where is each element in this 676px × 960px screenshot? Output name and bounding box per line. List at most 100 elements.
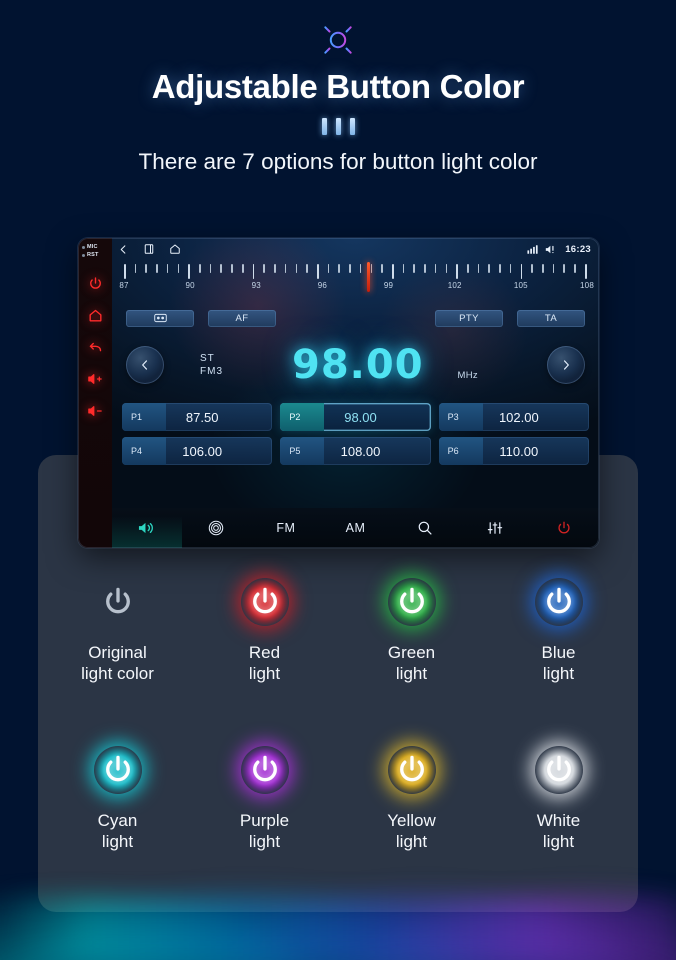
- power-icon: [534, 746, 583, 794]
- power-icon: [387, 746, 436, 794]
- power-icon: [94, 578, 142, 626]
- preset-frequency-value: 106.00: [182, 443, 223, 459]
- color-option-label-line2: light: [542, 832, 575, 851]
- power-icon: [240, 746, 289, 794]
- rds-icon-button[interactable]: [126, 309, 194, 327]
- power-icon: [387, 578, 436, 626]
- tuner-scale-label: 93: [251, 281, 261, 290]
- tuner-needle: [366, 262, 370, 292]
- preset-button[interactable]: P5 108.00: [280, 437, 431, 465]
- tuner-scale-labels: 87 90 93 96 99 102 105 108: [119, 281, 593, 295]
- color-option-label-line1: Purple: [239, 811, 290, 830]
- color-option-label-line1: Original: [88, 643, 147, 662]
- toolbar-power-icon[interactable]: [529, 508, 599, 548]
- signal-bars-icon: [527, 244, 539, 255]
- color-option-label-line2: light: [395, 832, 428, 851]
- power-icon: [534, 578, 583, 626]
- toolbar-am-button[interactable]: AM: [321, 508, 391, 548]
- preset-slot-label: P5: [280, 437, 325, 465]
- color-option-label-line2: light: [248, 664, 281, 683]
- color-options-grid: Original light color Red light Green light Blu…: [44, 578, 632, 852]
- tuner-scale[interactable]: 87 90 93 96 99 102 105 108: [119, 262, 594, 306]
- preset-slot-label: P1: [122, 403, 166, 431]
- tune-up-button[interactable]: [547, 346, 585, 384]
- led-indicators: MIC RST: [78, 243, 112, 259]
- color-option-label-line2: light color: [81, 664, 154, 683]
- rst-label: RST: [87, 252, 99, 258]
- ta-button[interactable]: TA: [517, 309, 585, 327]
- toolbar-fm-button[interactable]: FM: [251, 508, 321, 548]
- color-option-label-line1: Red: [248, 643, 281, 662]
- tuner-scale-label: 102: [447, 281, 462, 290]
- color-option-green[interactable]: Green light: [338, 578, 485, 684]
- brightness-icon: [0, 18, 676, 62]
- preset-frequency-value: 102.00: [498, 409, 539, 425]
- tuner-ticks: [124, 264, 587, 280]
- mic-label: MIC: [87, 244, 98, 250]
- toolbar-volume-icon[interactable]: [112, 508, 182, 548]
- preset-button[interactable]: P3 102.00: [438, 403, 589, 431]
- color-option-red[interactable]: Red light: [191, 578, 338, 684]
- frequency-row: ST FM3 98.00 MHz: [126, 333, 585, 397]
- preset-frequency-value: 108.00: [340, 443, 381, 459]
- page-title: Adjustable Button Color: [151, 68, 525, 105]
- preset-button[interactable]: P2 98.00: [280, 403, 431, 431]
- preset-frequency-value: 110.00: [499, 443, 539, 459]
- color-option-label: Blue light: [541, 642, 575, 684]
- hardkey-volume-down-icon[interactable]: [85, 401, 105, 421]
- color-option-original[interactable]: Original light color: [44, 578, 191, 684]
- toolbar-equalizer-icon[interactable]: [460, 508, 530, 548]
- tune-down-button[interactable]: [126, 346, 164, 384]
- preset-frequency-value: 87.50: [185, 409, 219, 425]
- header: Adjustable Button Color There are 7 opti…: [0, 0, 676, 175]
- tuner-scale-label: 87: [119, 281, 129, 290]
- color-option-blue[interactable]: Blue light: [485, 578, 632, 684]
- tuner-scale-label: 90: [185, 281, 195, 290]
- color-option-label-line2: light: [248, 832, 281, 851]
- color-option-label-line1: Yellow: [387, 811, 436, 830]
- page-subtitle: There are 7 options for button light col…: [138, 149, 538, 174]
- chevron-left-icon: [138, 358, 152, 372]
- frequency-unit: MHz: [457, 370, 478, 381]
- color-option-label: Green light: [388, 642, 435, 684]
- preset-button[interactable]: P6 110.00: [438, 437, 589, 465]
- band-tag: FM3: [200, 366, 223, 377]
- back-chevron-icon[interactable]: [118, 244, 129, 255]
- color-option-white[interactable]: White light: [485, 746, 632, 852]
- toolbar-radar-target-icon[interactable]: [182, 508, 252, 548]
- clock: 16:23: [565, 243, 591, 255]
- hardkey-back-icon[interactable]: [85, 337, 105, 357]
- volume-icon: [545, 244, 558, 255]
- pty-button[interactable]: PTY: [435, 309, 503, 327]
- color-option-label: Yellow light: [387, 810, 436, 852]
- color-option-yellow[interactable]: Yellow light: [338, 746, 485, 852]
- color-option-label-line2: light: [395, 664, 428, 683]
- preset-grid: P1 87.50 P2 98.00 P3 102.00 P4 106.00 P5 108.00 P6…: [122, 403, 589, 465]
- color-option-cyan[interactable]: Cyan light: [44, 746, 191, 852]
- color-option-label-line1: Cyan: [97, 811, 138, 830]
- hardkey-volume-up-icon[interactable]: [85, 369, 105, 389]
- screen-toolbar: FM AM: [112, 508, 599, 548]
- color-option-label: Cyan light: [98, 810, 138, 852]
- preset-slot-label: P6: [438, 437, 483, 465]
- stereo-tag: ST: [200, 353, 215, 364]
- color-option-label: Purple light: [240, 810, 289, 852]
- frequency-display: 98.00: [292, 342, 424, 388]
- recents-square-icon[interactable]: [143, 243, 155, 255]
- tuner-scale-label: 108: [580, 281, 594, 290]
- preset-slot-label: P2: [280, 403, 325, 431]
- home-icon[interactable]: [169, 243, 181, 255]
- hardkey-power-icon[interactable]: [85, 273, 105, 293]
- toolbar-search-icon[interactable]: [390, 508, 460, 548]
- preset-button[interactable]: P4 106.00: [122, 437, 273, 465]
- tuner-scale-label: 105: [513, 281, 528, 290]
- color-option-purple[interactable]: Purple light: [191, 746, 338, 852]
- three-bars-icon: [0, 118, 676, 135]
- color-option-label-line2: light: [542, 664, 575, 683]
- hardkey-home-icon[interactable]: [85, 305, 105, 325]
- preset-button[interactable]: P1 87.50: [122, 403, 273, 431]
- rds-button-row: AF PTY TA: [126, 307, 585, 329]
- chevron-right-icon: [559, 358, 573, 372]
- af-button[interactable]: AF: [208, 309, 276, 327]
- preset-slot-label: P4: [122, 437, 166, 465]
